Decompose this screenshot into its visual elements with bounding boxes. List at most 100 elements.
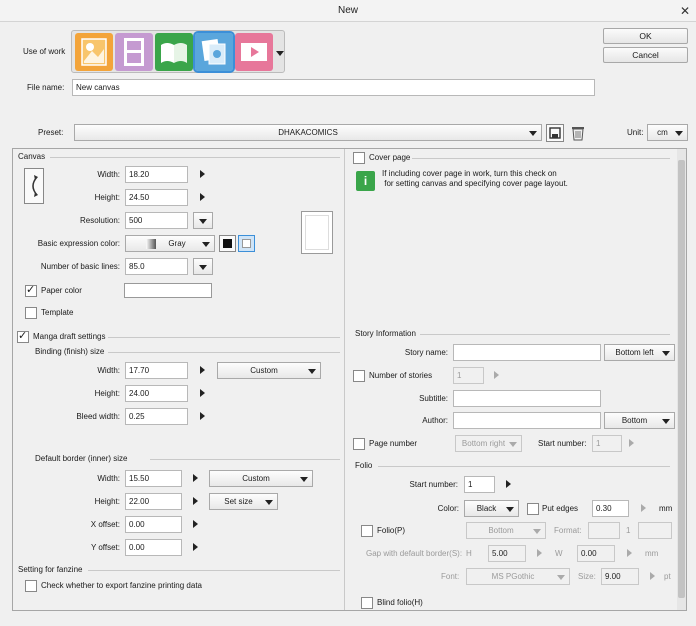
- folio-color-label: Color:: [437, 504, 459, 513]
- folio-position-select[interactable]: Bottom: [466, 522, 546, 539]
- bleed-width-spin-icon[interactable]: [200, 412, 205, 420]
- resolution-dropdown[interactable]: [193, 212, 213, 229]
- put-edges-checkbox[interactable]: [527, 503, 539, 515]
- canvas-width-label: Width:: [97, 170, 120, 179]
- story-name-input[interactable]: [453, 344, 601, 361]
- all-comic-settings-icon[interactable]: [193, 31, 235, 73]
- blind-folio-checkbox[interactable]: [361, 597, 373, 609]
- scrollbar-thumb[interactable]: [678, 160, 685, 598]
- font-size-unit-label: pt: [664, 572, 671, 581]
- fanzine-label: Setting for fanzine: [18, 565, 83, 574]
- page-start-number-input[interactable]: 1: [592, 435, 622, 452]
- paper-color-swatch[interactable]: [124, 283, 212, 298]
- font-size-input[interactable]: 9.00: [601, 568, 639, 585]
- number-of-stories-spin-icon[interactable]: [494, 371, 499, 379]
- story-name-position-select[interactable]: Bottom left: [604, 344, 675, 361]
- gap-h-spin-icon[interactable]: [537, 549, 542, 557]
- gap-label: Gap with default border(S):: [366, 549, 463, 558]
- animation-icon[interactable]: [235, 33, 273, 71]
- binding-width-spin-icon[interactable]: [200, 366, 205, 374]
- story-name-position-value: Bottom left: [615, 348, 654, 357]
- binding-width-label: Width:: [97, 366, 120, 375]
- set-size-select[interactable]: Set size: [209, 493, 278, 510]
- folio-p-label: Folio(P): [377, 526, 406, 535]
- gap-w-spin-icon[interactable]: [627, 549, 632, 557]
- work-more-dropdown-icon[interactable]: [276, 49, 284, 58]
- basic-lines-input[interactable]: 85.0: [125, 258, 188, 275]
- border-height-input[interactable]: 22.00: [125, 493, 182, 510]
- page-number-checkbox[interactable]: [353, 438, 365, 450]
- format-prefix-input[interactable]: [588, 522, 620, 539]
- folio-color-select[interactable]: Black: [464, 500, 519, 517]
- file-name-input[interactable]: New canvas: [72, 79, 595, 96]
- cancel-button[interactable]: Cancel: [603, 47, 688, 63]
- fanzine-checkbox[interactable]: [25, 580, 37, 592]
- number-of-stories-checkbox[interactable]: [353, 370, 365, 382]
- edges-spin-icon[interactable]: [641, 504, 646, 512]
- border-size-label: Default border (inner) size: [35, 454, 128, 463]
- expression-color-label: Basic expression color:: [37, 239, 120, 248]
- binding-width-input[interactable]: 17.70: [125, 362, 188, 379]
- format-suffix-input[interactable]: [638, 522, 672, 539]
- binding-height-spin-icon[interactable]: [200, 389, 205, 397]
- comic-icon[interactable]: [155, 33, 193, 71]
- preset-label: Preset:: [38, 128, 64, 137]
- page-start-spin-icon[interactable]: [629, 439, 634, 447]
- border-height-spin-icon[interactable]: [193, 497, 198, 505]
- bleed-width-input[interactable]: 0.25: [125, 408, 188, 425]
- canvas-height-input[interactable]: 24.50: [125, 189, 188, 206]
- y-offset-spin-icon[interactable]: [193, 543, 198, 551]
- binding-height-input[interactable]: 24.00: [125, 385, 188, 402]
- author-input[interactable]: [453, 412, 601, 429]
- border-size-select[interactable]: Custom: [209, 470, 313, 487]
- binding-size-select[interactable]: Custom: [217, 362, 321, 379]
- preset-select[interactable]: DHAKACOMICS: [74, 124, 542, 141]
- expression-color-select[interactable]: Gray: [125, 235, 215, 252]
- white-color-swatch[interactable]: [238, 235, 255, 252]
- paper-color-checkbox[interactable]: ✓: [25, 285, 37, 297]
- illustration-icon[interactable]: [75, 33, 113, 71]
- edges-width-input[interactable]: 0.30: [592, 500, 629, 517]
- delete-preset-icon[interactable]: [569, 124, 587, 142]
- close-icon[interactable]: ✕: [680, 0, 690, 22]
- template-checkbox[interactable]: [25, 307, 37, 319]
- canvas-divider: [50, 157, 340, 158]
- page-number-position-select[interactable]: Bottom right: [455, 435, 522, 452]
- ok-button[interactable]: OK: [603, 28, 688, 44]
- font-size-spin-icon[interactable]: [650, 572, 655, 580]
- folio-position-value: Bottom: [488, 526, 514, 535]
- font-select[interactable]: MS PGothic: [466, 568, 570, 585]
- canvas-width-spin-icon[interactable]: [200, 170, 205, 178]
- canvas-section-title: Canvas: [18, 152, 46, 161]
- gap-h-input[interactable]: 5.00: [488, 545, 526, 562]
- resolution-input[interactable]: 500: [125, 212, 188, 229]
- unit-select[interactable]: cm: [647, 124, 688, 141]
- use-of-work-label: Use of work: [23, 47, 66, 56]
- webtoon-icon[interactable]: [115, 33, 153, 71]
- orientation-swap-icon[interactable]: [24, 168, 44, 204]
- black-color-swatch[interactable]: [219, 235, 236, 252]
- save-preset-icon[interactable]: [546, 124, 564, 142]
- border-width-spin-icon[interactable]: [193, 474, 198, 482]
- gap-w-input[interactable]: 0.00: [577, 545, 615, 562]
- subtitle-input[interactable]: [453, 390, 601, 407]
- folio-start-input[interactable]: 1: [464, 476, 495, 493]
- use-of-work-toolbar: [71, 30, 285, 73]
- cover-page-checkbox[interactable]: [353, 152, 365, 164]
- number-of-stories-input[interactable]: 1: [453, 367, 484, 384]
- x-offset-spin-icon[interactable]: [193, 520, 198, 528]
- folio-start-spin-icon[interactable]: [506, 480, 511, 488]
- x-offset-input[interactable]: 0.00: [125, 516, 182, 533]
- y-offset-input[interactable]: 0.00: [125, 539, 182, 556]
- canvas-height-spin-icon[interactable]: [200, 193, 205, 201]
- basic-lines-dropdown[interactable]: [193, 258, 213, 275]
- canvas-width-input[interactable]: 18.20: [125, 166, 188, 183]
- file-name-label: File name:: [27, 83, 65, 92]
- story-divider: [420, 334, 670, 335]
- author-position-select[interactable]: Bottom: [604, 412, 675, 429]
- number-of-stories-label: Number of stories: [369, 371, 433, 380]
- manga-draft-checkbox[interactable]: ✓: [17, 331, 29, 343]
- folio-p-checkbox[interactable]: [361, 525, 373, 537]
- border-width-input[interactable]: 15.50: [125, 470, 182, 487]
- font-value: MS PGothic: [491, 572, 535, 581]
